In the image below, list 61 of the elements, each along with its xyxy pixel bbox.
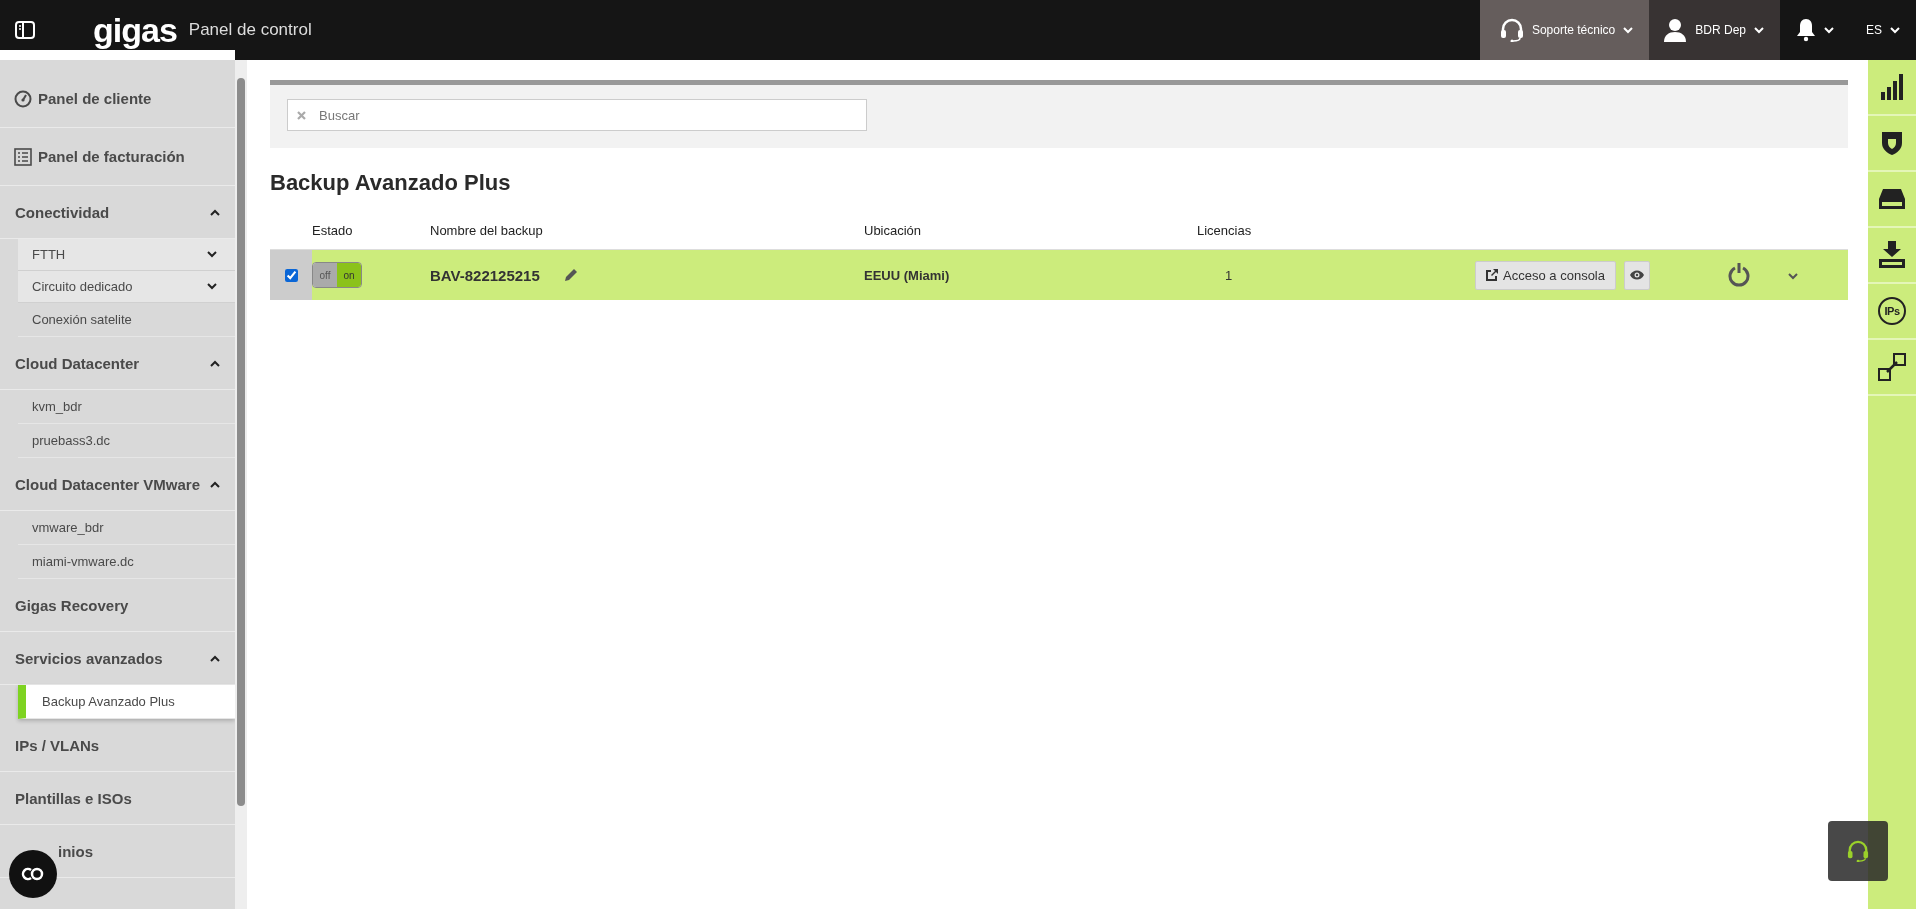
shield-icon <box>1881 130 1903 156</box>
ips-icon: IPs <box>1878 297 1906 325</box>
sidebar-section-label: Cloud Datacenter VMware <box>15 475 201 493</box>
sidebar-section-label: Conectividad <box>15 203 110 221</box>
sidebar-item-label: Panel de cliente <box>38 90 152 107</box>
list-icon <box>14 147 32 166</box>
chevron-icon <box>1788 273 1798 280</box>
chevron-icon <box>210 208 220 216</box>
status-toggle[interactable]: off on <box>312 262 362 288</box>
backup-name: BAV-822125215 <box>430 266 540 284</box>
chevron-icon <box>1754 26 1764 34</box>
chevron-icon <box>210 480 220 488</box>
gauge-icon <box>14 89 32 108</box>
sidebar-subitem[interactable]: Circuito dedicado <box>18 271 235 303</box>
storage-drive-icon <box>1878 188 1906 210</box>
chevron-icon <box>1890 26 1900 34</box>
sidebar-subitem-label: Circuito dedicado <box>32 279 133 294</box>
app-title: Panel de control <box>188 20 312 40</box>
chevron-icon <box>1824 26 1834 34</box>
licenses-cell-text: 1 <box>1224 267 1234 283</box>
sidebar-subitem[interactable]: Backup Avanzado Plus <box>18 685 235 719</box>
chevron-icon <box>210 654 220 662</box>
resize-squares-icon <box>1877 352 1907 382</box>
power-icon[interactable] <box>1728 263 1750 287</box>
sidebar-subitem-label: FTTH <box>32 247 66 262</box>
headset-icon <box>1847 840 1869 862</box>
eye-icon <box>1630 270 1644 280</box>
page-title: Backup Avanzado Plus <box>270 170 512 196</box>
download-tray-icon <box>1878 241 1906 269</box>
logo[interactable]: gigas <box>93 13 177 47</box>
console-button[interactable]: Acceso a consola <box>1475 260 1616 290</box>
user-menu[interactable]: BDR Dep <box>1649 0 1780 60</box>
scrollbar-thumb[interactable] <box>237 78 245 806</box>
language-menu[interactable]: ES <box>1850 0 1916 60</box>
column-header: Licencias <box>1197 223 1253 238</box>
user-icon <box>1663 18 1688 42</box>
column-header: Ubicación <box>864 223 923 238</box>
headset-icon <box>1499 18 1524 42</box>
column-header: Estado <box>312 223 354 238</box>
pencil-icon[interactable] <box>563 268 578 282</box>
support-button[interactable] <box>1828 821 1888 881</box>
search-field[interactable]: Buscar <box>287 99 867 131</box>
chevron-icon <box>1623 26 1634 34</box>
sidebar-toggle-icon[interactable] <box>15 21 35 39</box>
tool-button[interactable]: IPs <box>1868 284 1916 340</box>
view-button[interactable] <box>1624 260 1650 290</box>
column-header: Nombre del backup <box>430 223 544 238</box>
chevron-icon <box>207 283 217 290</box>
chevron-icon <box>207 251 217 258</box>
sidebar-subitem[interactable]: FTTH <box>18 239 235 271</box>
location-cell-text: EEUU (Miami) <box>864 267 951 283</box>
support-menu[interactable]: Soporte técnico <box>1479 0 1650 60</box>
external-link-icon <box>1486 269 1499 281</box>
sidebar-item-label: Panel de facturación <box>38 148 185 165</box>
signal-bars-icon <box>1880 74 1904 100</box>
sidebar-section-label: Servicios avanzados <box>15 649 163 667</box>
chevron-icon <box>210 359 220 367</box>
row-checkbox[interactable] <box>284 268 298 282</box>
bell-icon <box>1796 18 1816 42</box>
loop-icon <box>20 866 46 882</box>
sidebar-section-label: Cloud Datacenter <box>15 354 140 372</box>
